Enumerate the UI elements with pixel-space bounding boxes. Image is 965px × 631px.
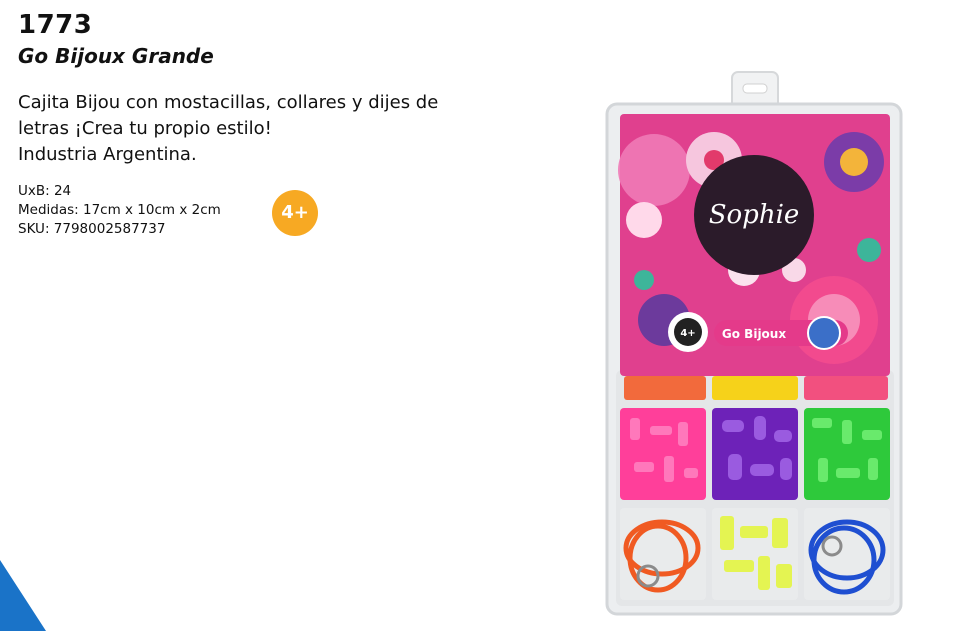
product-specs: UxB: 24 Medidas: 17cm x 10cm x 2cm SKU: … xyxy=(18,182,221,239)
product-name: Go Bijoux Grande xyxy=(18,44,214,68)
package-age: 4+ xyxy=(680,328,695,339)
corner-decoration xyxy=(0,560,46,631)
spec-sku: SKU: 7798002587737 xyxy=(18,221,166,237)
age-badge: 4+ xyxy=(272,190,318,236)
product-code: 1773 xyxy=(18,10,93,40)
description-line-2: letras ¡Crea tu propio estilo! xyxy=(18,118,272,139)
spec-uxb: UxB: 24 xyxy=(18,183,72,199)
description-line-1: Cajita Bijou con mostacillas, collares y… xyxy=(18,92,439,113)
description-line-3: Industria Argentina. xyxy=(18,144,197,165)
product-description: Cajita Bijou con mostacillas, collares y… xyxy=(18,90,518,168)
product-image: Sophie Go Bijoux 4+ xyxy=(604,70,904,622)
package-line-name: Go Bijoux xyxy=(722,327,786,341)
spec-measures: Medidas: 17cm x 10cm x 2cm xyxy=(18,202,221,218)
package-brand: Sophie xyxy=(709,200,800,230)
